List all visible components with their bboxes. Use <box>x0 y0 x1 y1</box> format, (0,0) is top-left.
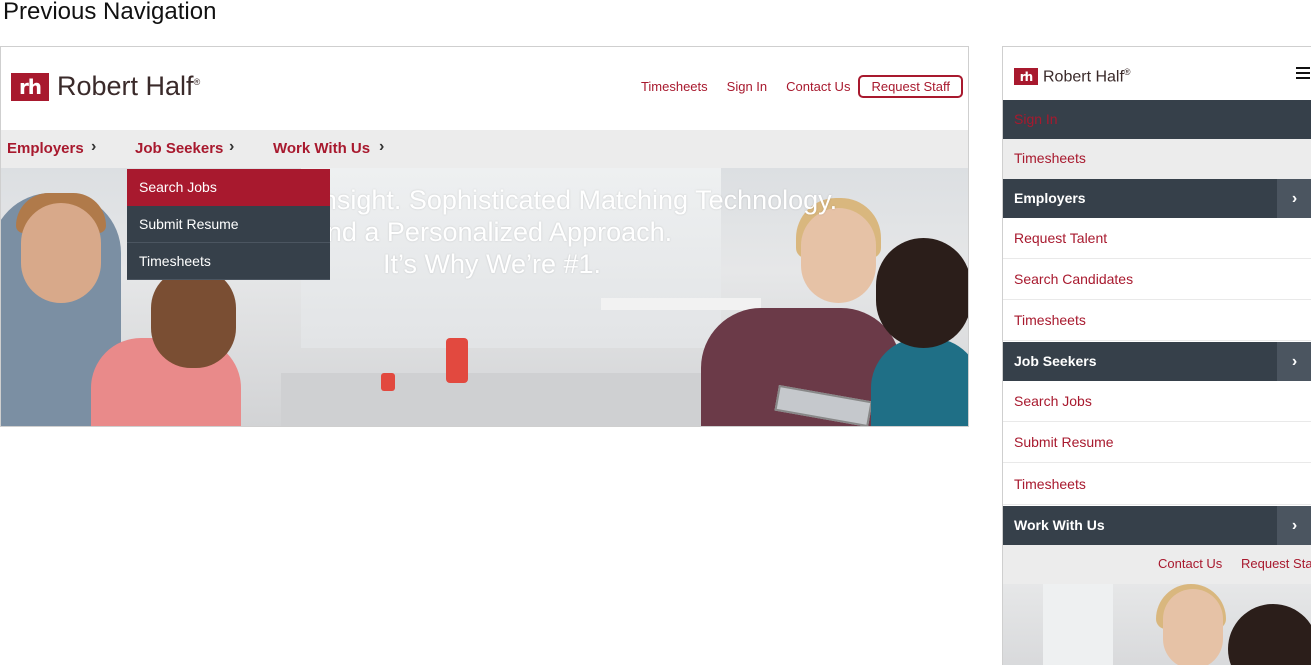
mobile-sign-in[interactable]: Sign In <box>1003 100 1311 139</box>
mobile-hero-image <box>1003 584 1311 665</box>
hero-bg-shelf <box>601 298 761 310</box>
hero-bg-object <box>381 373 395 391</box>
hero-bg-object <box>446 338 468 383</box>
desktop-preview: rh Robert Half® Timesheets Sign In Conta… <box>0 46 969 427</box>
request-staff-button[interactable]: Request Staff <box>858 75 963 98</box>
mobile-link-submit-resume[interactable]: Submit Resume <box>1003 422 1311 463</box>
mobile-timesheets[interactable]: Timesheets <box>1003 139 1311 179</box>
logo-mark: rh <box>11 72 49 101</box>
section-label: Employers <box>1014 190 1086 206</box>
nav-work-with-us[interactable]: Work With Us <box>273 140 370 157</box>
section-label: Job Seekers <box>1014 353 1097 369</box>
timesheets-link[interactable]: Timesheets <box>641 79 708 94</box>
hero-person-head <box>1163 589 1223 665</box>
link-label: Search Candidates <box>1014 271 1134 287</box>
chevron-right-icon[interactable]: › <box>1277 506 1311 545</box>
link-label: Timesheets <box>1014 312 1086 328</box>
mobile-link-search-jobs[interactable]: Search Jobs <box>1003 381 1311 422</box>
mobile-link-search-candidates[interactable]: Search Candidates <box>1003 259 1311 300</box>
link-label: Request Talent <box>1014 230 1108 246</box>
logo-text: Robert Half® <box>57 71 201 101</box>
dropdown-item-timesheets[interactable]: Timesheets <box>127 243 330 280</box>
chevron-right-icon[interactable]: › <box>379 138 384 156</box>
chevron-right-icon[interactable]: › <box>1277 342 1311 381</box>
mobile-link-timesheets[interactable]: Timesheets <box>1003 300 1311 341</box>
mobile-link-request-talent[interactable]: Request Talent <box>1003 218 1311 259</box>
utility-nav: Timesheets Sign In Contact Us Request St… <box>622 75 963 98</box>
link-label: Submit Resume <box>1014 434 1114 450</box>
dropdown-item-submit-resume[interactable]: Submit Resume <box>127 206 330 243</box>
contact-us-link[interactable]: Contact Us <box>1158 556 1222 571</box>
link-label: Search Jobs <box>1014 393 1092 409</box>
mobile-utility-nav: Contact Us Request Staff <box>1003 545 1311 584</box>
mobile-sign-in-label: Sign In <box>1014 111 1058 127</box>
logo-mark: rh <box>1014 68 1038 86</box>
hero-person <box>871 338 968 426</box>
page-title: Previous Navigation <box>3 0 217 25</box>
hero-bg-window <box>1043 584 1113 665</box>
mobile-header: rh Robert Half® <box>1003 47 1311 100</box>
dropdown-item-search-jobs[interactable]: Search Jobs <box>127 169 330 206</box>
mobile-section-work-with-us[interactable]: Work With Us › <box>1003 506 1311 545</box>
mobile-preview: rh Robert Half® Sign In Timesheets Emplo… <box>1002 46 1311 665</box>
mobile-timesheets-label: Timesheets <box>1014 150 1086 166</box>
mobile-link-timesheets[interactable]: Timesheets <box>1003 464 1311 505</box>
hamburger-menu-icon[interactable] <box>1296 67 1310 82</box>
hero-person-head <box>151 268 236 368</box>
main-nav: Employers › Job Seekers › Work With Us › <box>1 130 968 168</box>
site-header: rh Robert Half® Timesheets Sign In Conta… <box>1 47 968 130</box>
section-label: Work With Us <box>1014 517 1105 533</box>
chevron-right-icon[interactable]: › <box>91 138 96 156</box>
hero-person-head <box>1228 604 1311 665</box>
chevron-right-icon[interactable]: › <box>229 138 234 156</box>
link-label: Timesheets <box>1014 476 1086 492</box>
job-seekers-dropdown: Search Jobs Submit Resume Timesheets <box>127 169 330 280</box>
hero-bg-table <box>281 373 761 426</box>
chevron-right-icon[interactable]: › <box>1277 179 1311 218</box>
brand-logo[interactable]: rh Robert Half® <box>1014 67 1131 86</box>
contact-us-link[interactable]: Contact Us <box>786 79 850 94</box>
brand-logo[interactable]: rh Robert Half® <box>11 71 200 102</box>
mobile-section-job-seekers[interactable]: Job Seekers › <box>1003 342 1311 381</box>
nav-employers[interactable]: Employers <box>7 140 84 157</box>
sign-in-link[interactable]: Sign In <box>727 79 767 94</box>
nav-job-seekers[interactable]: Job Seekers <box>135 140 223 157</box>
mobile-section-employers[interactable]: Employers › <box>1003 179 1311 218</box>
logo-text: Robert Half® <box>1043 67 1131 86</box>
request-staff-link[interactable]: Request Staff <box>1241 556 1311 571</box>
